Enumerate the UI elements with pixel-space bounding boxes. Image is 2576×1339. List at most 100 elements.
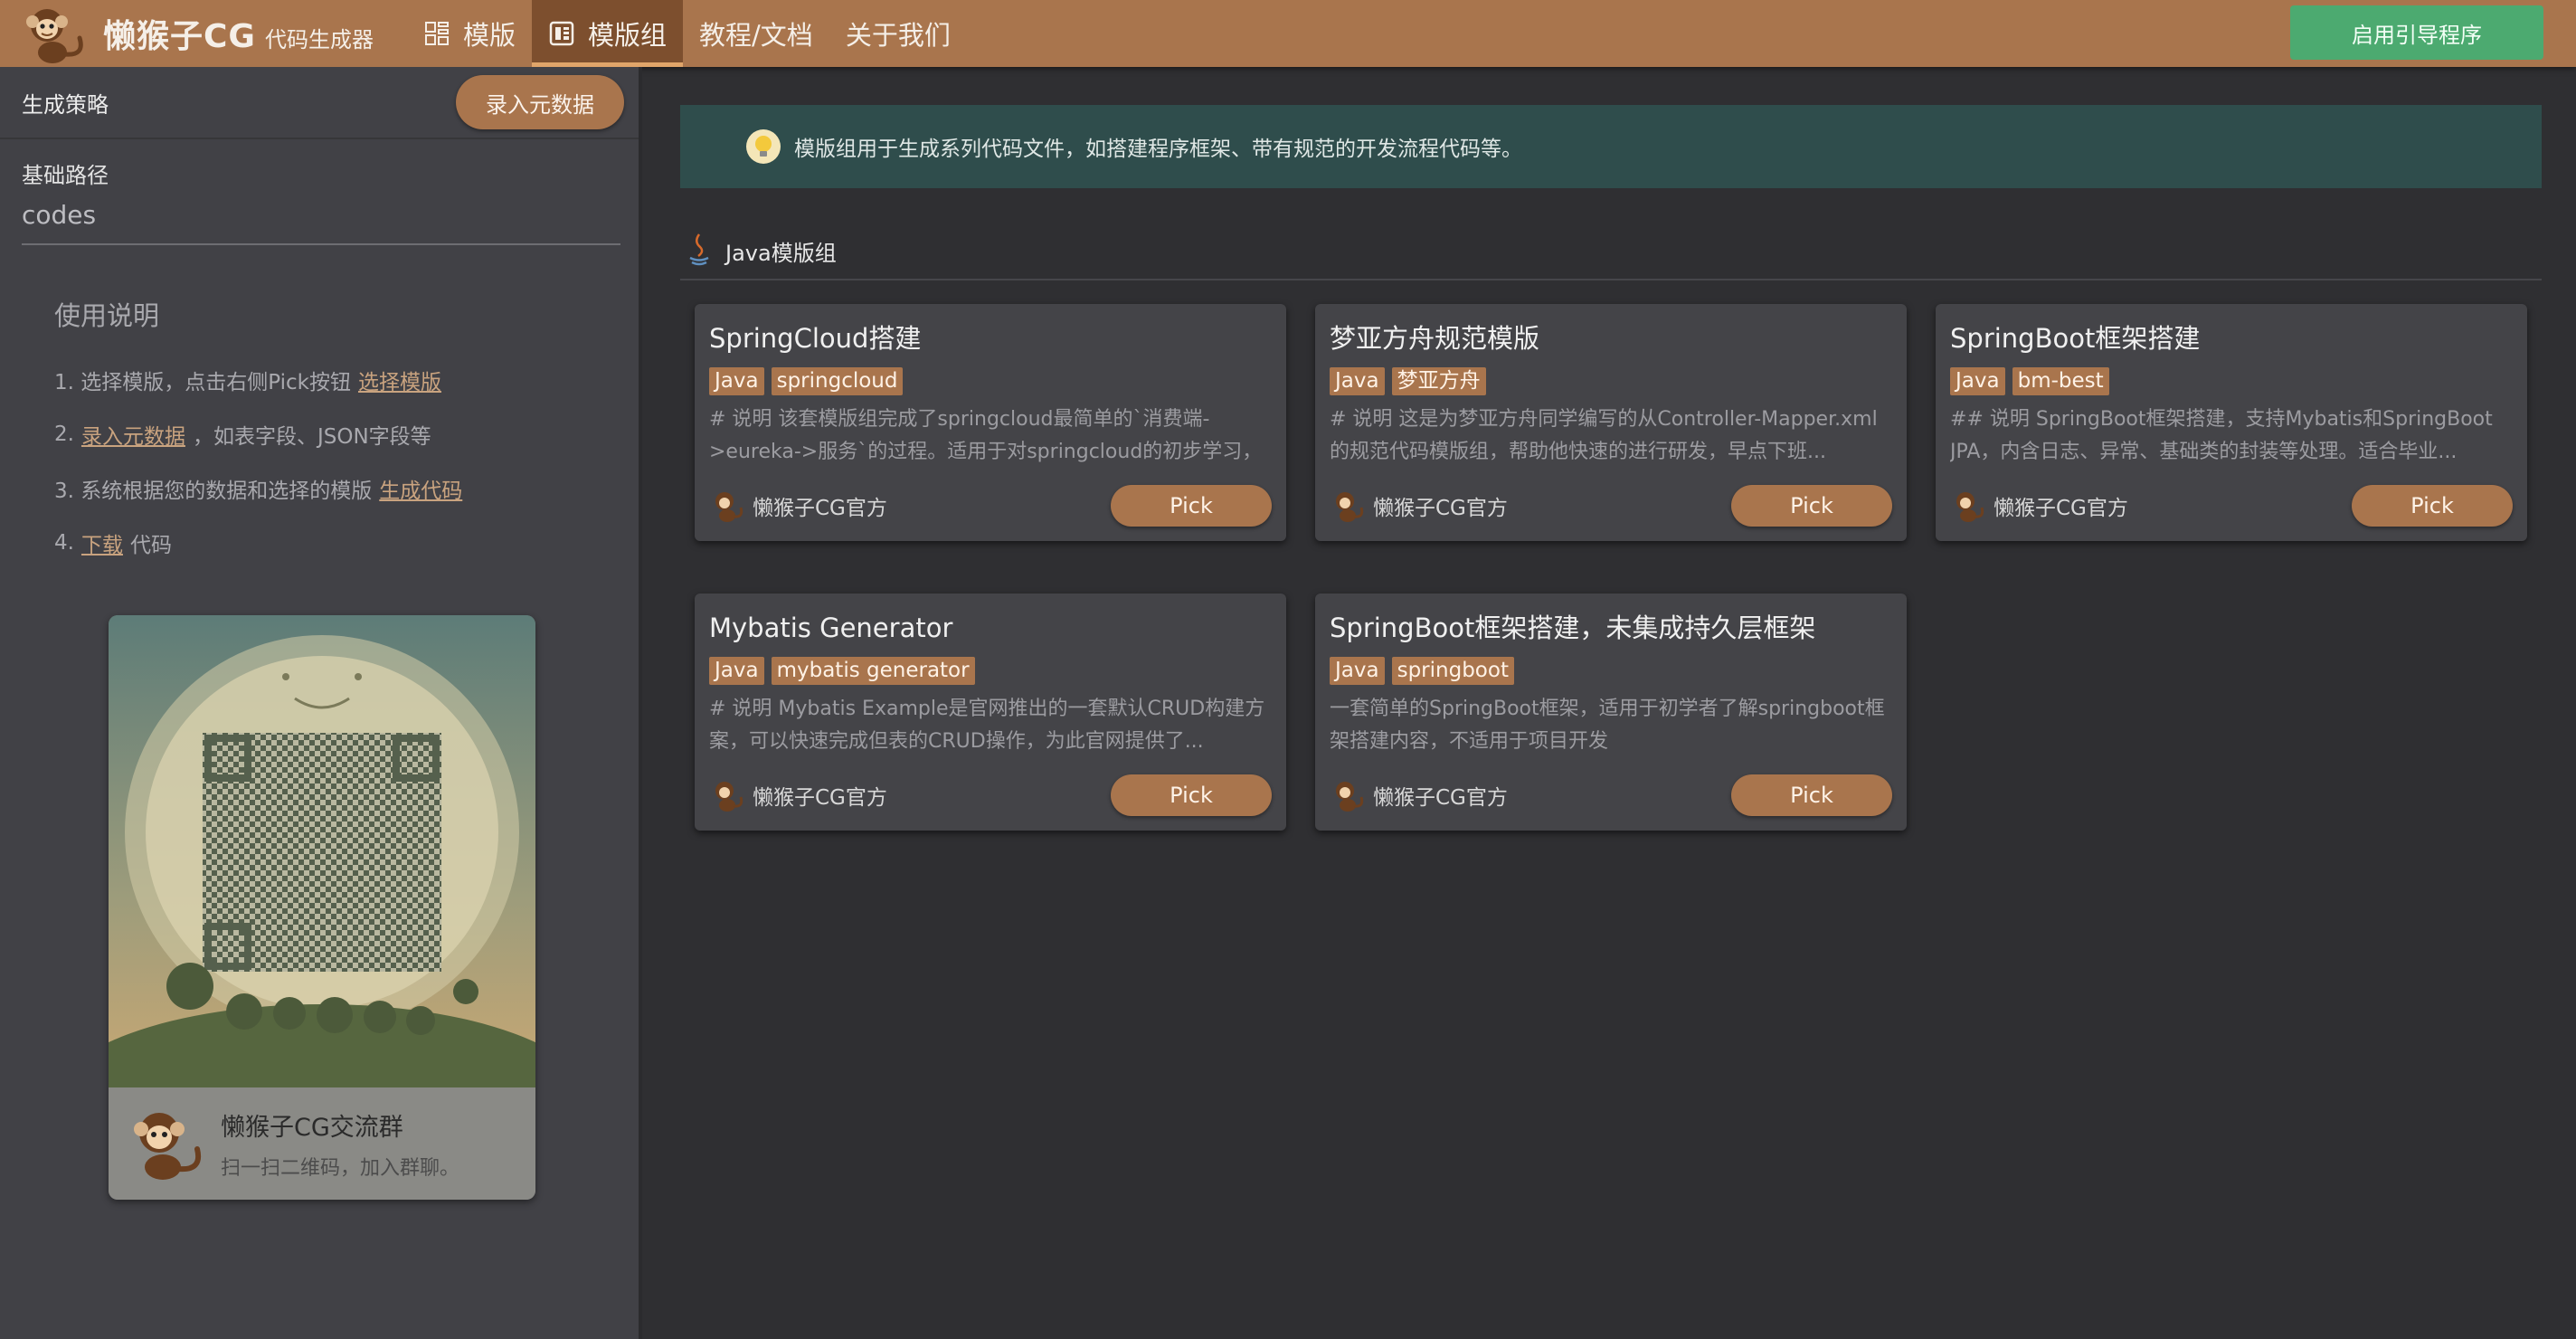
notice-text: 模版组用于生成系列代码文件，如搭建程序框架、带有规范的开发流程代码等。 — [794, 138, 1522, 161]
card-description: # 说明 这是为梦亚方舟同学编写的从Controller-Mapper.xml的… — [1330, 408, 1878, 463]
nav-template-groups-label: 模版组 — [588, 20, 668, 51]
card-footer: 懒猴子CG官方 Pick — [1330, 774, 1892, 816]
template-group-icon — [549, 21, 574, 46]
usage-instructions: 使用说明 1. 选择模版，点击右侧Pick按钮 选择模版 2. 录入元数据 ，如… — [54, 295, 469, 570]
pick-button[interactable]: Pick — [2352, 485, 2513, 527]
usage-step-text: 代码 — [129, 534, 172, 557]
template-card[interactable]: 梦亚方舟规范模版 Java 梦亚方舟 # 说明 这是为梦亚方舟同学编写的从Con… — [1315, 304, 1907, 541]
monkey-avatar-icon — [134, 1113, 201, 1180]
qr-code-image — [109, 615, 535, 1087]
enter-metadata-link[interactable]: 录入元数据 — [81, 419, 185, 450]
card-description: 一套简单的SpringBoot框架，适用于初学者了解springboot框架搭建… — [1330, 698, 1885, 753]
group-header: Java模版组 — [680, 223, 2542, 280]
tag: Java — [709, 367, 764, 395]
tag: Java — [1330, 657, 1385, 685]
card-author: 懒猴子CG官方 — [1994, 497, 2128, 520]
usage-step-2: 2. 录入元数据 ，如表字段、JSON字段等 — [54, 407, 469, 461]
pick-button[interactable]: Pick — [1111, 774, 1272, 816]
usage-step-text: 4. — [54, 531, 74, 555]
usage-step-text: 2. — [54, 423, 74, 446]
card-author: 懒猴子CG官方 — [753, 497, 887, 520]
nav-templates-label: 模版 — [463, 20, 516, 51]
strategy-label: 生成策略 — [22, 91, 109, 118]
card-author: 懒猴子CG官方 — [1373, 497, 1508, 520]
card-tags: Java 梦亚方舟 — [1330, 367, 1892, 396]
pick-button[interactable]: Pick — [1111, 485, 1272, 527]
tag: Java — [1950, 367, 2005, 395]
card-tags: Java mybatis generator — [709, 657, 1272, 686]
card-title: Mybatis Generator — [709, 613, 953, 643]
template-card[interactable]: Mybatis Generator Java mybatis generator… — [695, 594, 1286, 831]
template-card[interactable]: SpringBoot框架搭建，未集成持久层框架 Java springboot … — [1315, 594, 1907, 831]
usage-title: 使用说明 — [54, 300, 160, 331]
card-title: 梦亚方舟规范模版 — [1330, 323, 1540, 354]
qr-card-subtitle: 扫一扫二维码，加入群聊。 — [221, 1156, 460, 1180]
usage-step-text: 1. 选择模版，点击右侧Pick按钮 — [54, 371, 351, 394]
start-guide-button[interactable]: 启用引导程序 — [2290, 5, 2543, 60]
card-footer: 懒猴子CG官方 Pick — [1950, 485, 2513, 527]
card-description: # 说明 该套模版组完成了springcloud最简单的`消费端->eureka… — [709, 408, 1263, 463]
qr-card-title: 懒猴子CG交流群 — [221, 1113, 403, 1142]
pick-button[interactable]: Pick — [1731, 485, 1892, 527]
grid-icon — [425, 22, 449, 45]
main-content: 模版组用于生成系列代码文件，如搭建程序框架、带有规范的开发流程代码等。 Java… — [646, 67, 2576, 1339]
brand-subtitle: 代码生成器 — [264, 26, 374, 52]
author-avatar-icon — [715, 492, 743, 522]
card-tags: Java springcloud — [709, 367, 1272, 396]
pick-button[interactable]: Pick — [1731, 774, 1892, 816]
tag: bm-best — [2012, 367, 2109, 395]
main-nav: 模版 模版组 教程/文档 关于我们 — [407, 0, 967, 67]
nav-about[interactable]: 关于我们 — [829, 0, 967, 67]
monkey-logo-icon — [26, 9, 83, 63]
base-path-label: 基础路径 — [22, 163, 109, 188]
group-title: Java模版组 — [725, 240, 837, 266]
card-footer: 懒猴子CG官方 Pick — [709, 485, 1272, 527]
usage-step-text: 3. 系统根据您的数据和选择的模版 — [54, 480, 373, 503]
tag: Java — [709, 657, 764, 685]
generate-code-link[interactable]: 生成代码 — [379, 473, 462, 504]
tag: springcloud — [771, 367, 904, 395]
usage-step-4: 4. 下载 代码 — [54, 516, 469, 570]
usage-step-1: 1. 选择模版，点击右侧Pick按钮 选择模版 — [54, 353, 469, 407]
nav-docs[interactable]: 教程/文档 — [683, 0, 829, 67]
template-card-grid: SpringCloud搭建 Java springcloud # 说明 该套模版… — [695, 304, 2558, 937]
card-title: SpringBoot框架搭建，未集成持久层框架 — [1330, 613, 1816, 643]
brand[interactable]: 懒猴子CG 代码生成器 — [0, 0, 407, 67]
template-card[interactable]: SpringBoot框架搭建 Java bm-best ## 说明 Spring… — [1936, 304, 2527, 541]
tag: Java — [1330, 367, 1385, 395]
usage-step-text: ，如表字段、JSON字段等 — [192, 425, 431, 449]
enter-metadata-button[interactable]: 录入元数据 — [456, 75, 624, 129]
author-avatar-icon — [1956, 492, 1984, 522]
nav-template-groups[interactable]: 模版组 — [532, 0, 684, 67]
card-tags: Java springboot — [1330, 657, 1892, 686]
card-title: SpringBoot框架搭建 — [1950, 323, 2201, 354]
tag: springboot — [1391, 657, 1514, 685]
top-nav-bar: 懒猴子CG 代码生成器 模版 模版组 教程/文档 关于我们 启用引导程序 — [0, 0, 2576, 67]
qr-card-footer: 懒猴子CG交流群 扫一扫二维码，加入群聊。 — [109, 1087, 535, 1200]
nav-templates[interactable]: 模版 — [407, 0, 532, 67]
tag: mybatis generator — [771, 657, 975, 685]
card-tags: Java bm-best — [1950, 367, 2513, 396]
lightbulb-icon — [746, 129, 781, 164]
brand-name: 懒猴子CG — [103, 18, 256, 55]
card-title: SpringCloud搭建 — [709, 323, 922, 354]
strategy-row: 生成策略 录入元数据 — [0, 67, 639, 139]
base-path-input[interactable]: codes — [22, 200, 620, 245]
nav-docs-label: 教程/文档 — [699, 20, 813, 51]
select-template-link[interactable]: 选择模版 — [358, 365, 441, 395]
card-footer: 懒猴子CG官方 Pick — [1330, 485, 1892, 527]
template-card[interactable]: SpringCloud搭建 Java springcloud # 说明 该套模版… — [695, 304, 1286, 541]
card-footer: 懒猴子CG官方 Pick — [709, 774, 1272, 816]
card-author: 懒猴子CG官方 — [753, 786, 887, 810]
author-avatar-icon — [1336, 492, 1364, 522]
info-notice: 模版组用于生成系列代码文件，如搭建程序框架、带有规范的开发流程代码等。 — [680, 105, 2542, 188]
community-qr-card: 懒猴子CG交流群 扫一扫二维码，加入群聊。 — [109, 615, 535, 1200]
card-author: 懒猴子CG官方 — [1373, 786, 1508, 810]
usage-step-3: 3. 系统根据您的数据和选择的模版 生成代码 — [54, 461, 469, 516]
card-description: # 说明 Mybatis Example是官网推出的一套默认CRUD构建方案，可… — [709, 698, 1265, 753]
download-link[interactable]: 下载 — [81, 527, 123, 558]
java-icon — [689, 233, 709, 266]
author-avatar-icon — [715, 782, 743, 812]
card-description: ## 说明 SpringBoot框架搭建，支持Mybatis和SpringBoo… — [1950, 408, 2493, 463]
author-avatar-icon — [1336, 782, 1364, 812]
